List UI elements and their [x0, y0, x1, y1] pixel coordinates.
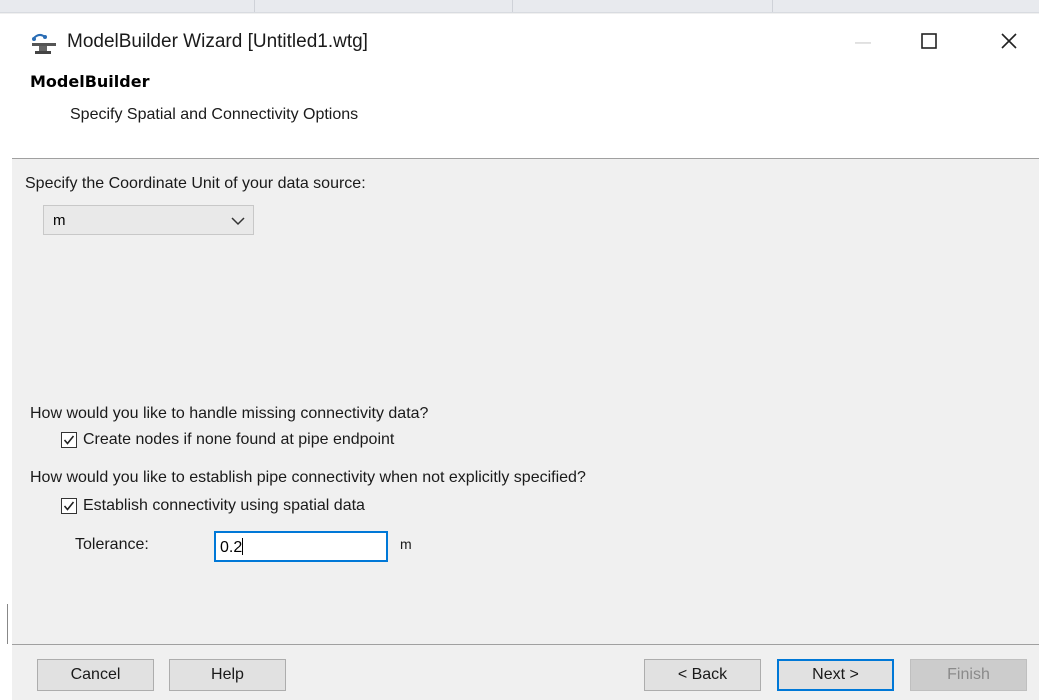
- coordinate-unit-value: m: [53, 212, 66, 229]
- tolerance-value: 0.2: [220, 539, 243, 556]
- finish-button-label: Finish: [947, 666, 990, 683]
- establish-connectivity-checkbox[interactable]: [61, 498, 77, 514]
- tolerance-input[interactable]: 0.2: [214, 531, 388, 562]
- minimize-button[interactable]: —: [840, 26, 886, 60]
- coordinate-unit-dropdown[interactable]: m: [43, 205, 254, 235]
- wizard-footer: Cancel Help < Back Next > Finish: [12, 645, 1039, 700]
- close-icon: [1000, 32, 1018, 55]
- background-window-edge: [0, 14, 12, 700]
- wizard-content: Specify the Coordinate Unit of your data…: [12, 159, 1039, 644]
- title-bar[interactable]: ModelBuilder Wizard [Untitled1.wtg] —: [12, 14, 1039, 72]
- back-button-label: < Back: [677, 666, 728, 683]
- finish-button[interactable]: Finish: [910, 659, 1027, 691]
- create-nodes-label[interactable]: Create nodes if none found at pipe endpo…: [83, 431, 394, 449]
- window-title: ModelBuilder Wizard [Untitled1.wtg]: [67, 31, 368, 52]
- establish-connectivity-label[interactable]: Establish connectivity using spatial dat…: [83, 497, 365, 515]
- next-button-label: Next >: [812, 666, 859, 683]
- maximize-button[interactable]: [906, 26, 952, 60]
- wizard-header: ModelBuilder Specify Spatial and Connect…: [12, 72, 1039, 159]
- pipe-connectivity-question: How would you like to establish pipe con…: [30, 469, 586, 486]
- next-button[interactable]: Next >: [777, 659, 894, 691]
- tolerance-unit: m: [400, 536, 412, 552]
- page-title: ModelBuilder: [30, 72, 150, 91]
- background-window-strip: [0, 0, 1039, 13]
- cancel-button-label: Cancel: [70, 666, 121, 683]
- help-button-label: Help: [211, 666, 244, 683]
- chevron-down-icon: [231, 214, 245, 226]
- checkmark-icon: [63, 501, 75, 511]
- tolerance-label: Tolerance:: [75, 536, 149, 553]
- missing-connectivity-question: How would you like to handle missing con…: [30, 405, 429, 422]
- text-caret: [242, 538, 244, 555]
- close-button[interactable]: [986, 26, 1032, 60]
- modelbuilder-app-icon: [30, 30, 60, 56]
- minimize-icon: —: [855, 34, 871, 51]
- back-button[interactable]: < Back: [644, 659, 761, 691]
- create-nodes-checkbox[interactable]: [61, 432, 77, 448]
- page-subtitle: Specify Spatial and Connectivity Options: [70, 106, 359, 123]
- checkmark-icon: [63, 435, 75, 445]
- wizard-window: ModelBuilder Wizard [Untitled1.wtg] — Mo…: [0, 0, 1039, 700]
- maximize-icon: [921, 32, 937, 54]
- cancel-button[interactable]: Cancel: [37, 659, 154, 691]
- coordinate-unit-label: Specify the Coordinate Unit of your data…: [25, 175, 366, 192]
- help-button[interactable]: Help: [169, 659, 286, 691]
